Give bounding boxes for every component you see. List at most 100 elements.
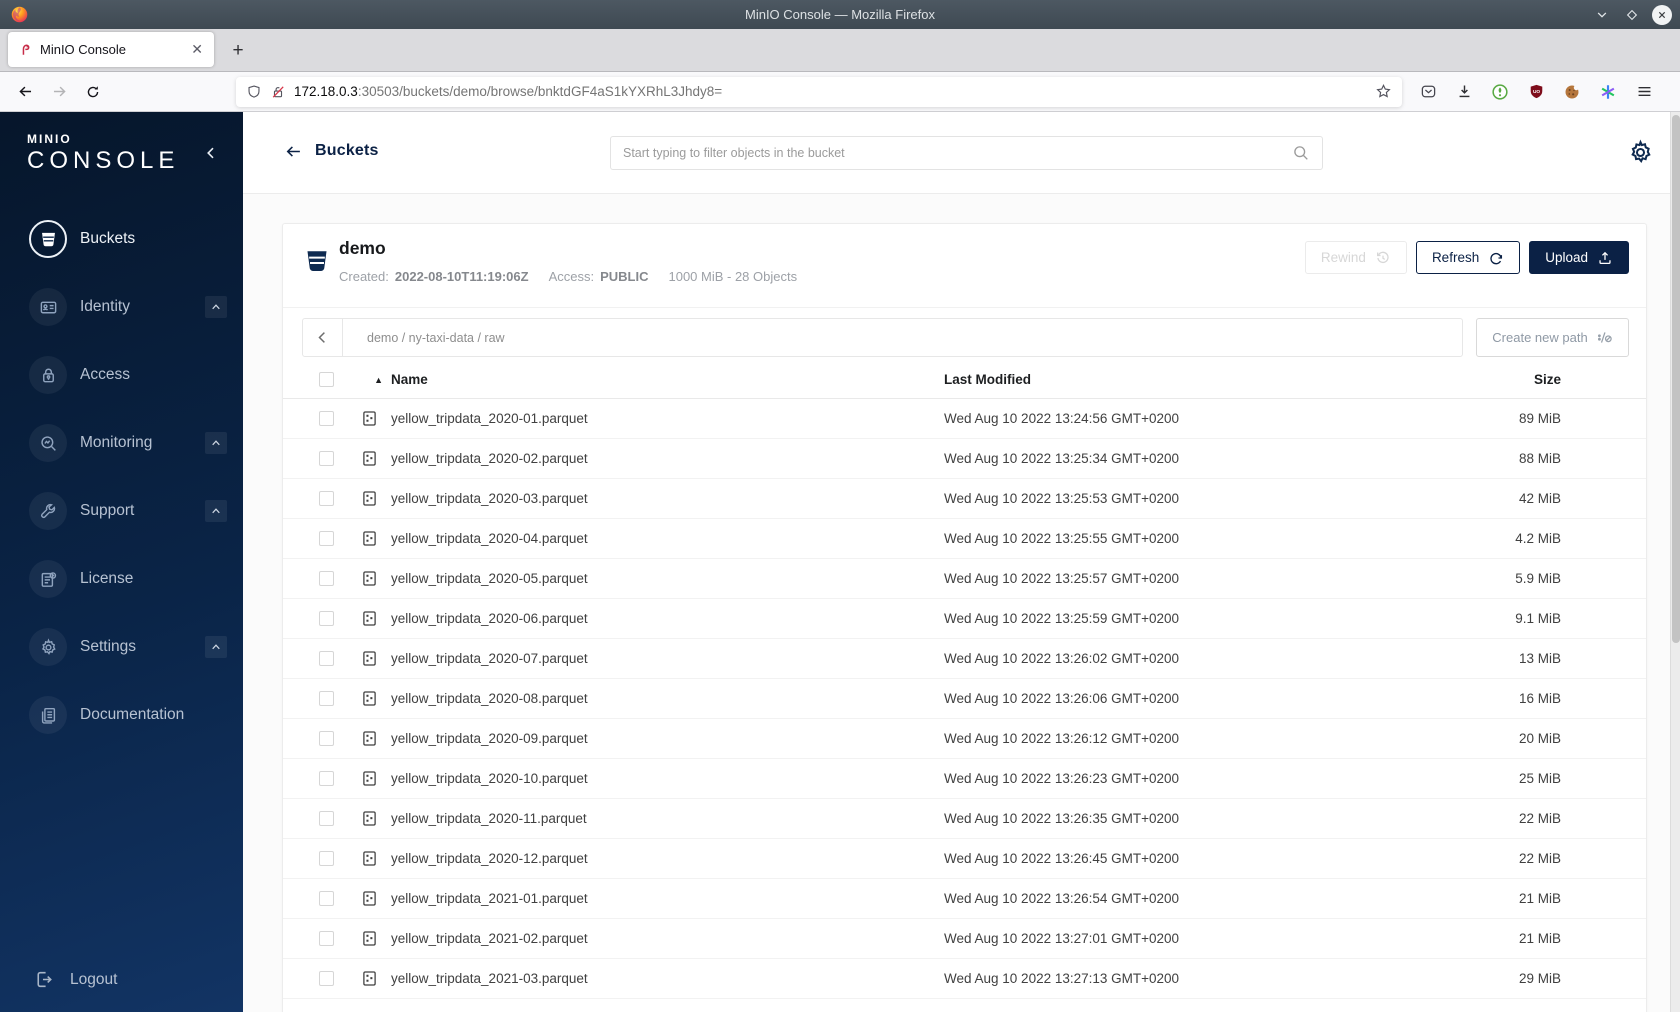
table-row[interactable]: yellow_tripdata_2021-01.parquet Wed Aug 1… — [283, 879, 1646, 919]
url-bar[interactable]: 172.18.0.3:30503/buckets/demo/browse/bnk… — [236, 76, 1402, 107]
created-label: Created: — [339, 269, 389, 284]
object-name[interactable]: yellow_tripdata_2020-05.parquet — [391, 571, 944, 586]
settings-gear-icon[interactable] — [1627, 139, 1654, 166]
row-checkbox[interactable] — [319, 611, 334, 626]
object-name[interactable]: yellow_tripdata_2020-09.parquet — [391, 731, 944, 746]
object-name[interactable]: yellow_tripdata_2020-02.parquet — [391, 451, 944, 466]
table-row[interactable]: yellow_tripdata_2020-07.parquet Wed Aug 1… — [283, 639, 1646, 679]
row-checkbox[interactable] — [319, 651, 334, 666]
object-name[interactable]: yellow_tripdata_2021-01.parquet — [391, 891, 944, 906]
cookie-extension-icon[interactable] — [1558, 78, 1586, 106]
scrollbar-thumb[interactable] — [1672, 115, 1680, 643]
chevron-up-icon[interactable] — [205, 432, 227, 454]
table-row[interactable]: yellow_tripdata_2020-06.parquet Wed Aug 1… — [283, 599, 1646, 639]
table-row[interactable]: yellow_tripdata_2020-04.parquet Wed Aug 1… — [283, 519, 1646, 559]
forward-icon[interactable] — [42, 77, 76, 107]
row-checkbox[interactable] — [319, 531, 334, 546]
row-checkbox[interactable] — [319, 451, 334, 466]
table-row[interactable]: yellow_tripdata_2020-02.parquet Wed Aug 1… — [283, 439, 1646, 479]
url-text[interactable]: 172.18.0.3:30503/buckets/demo/browse/bnk… — [294, 84, 1367, 99]
row-checkbox[interactable] — [319, 691, 334, 706]
sidebar: MINIO CONSOLE Buckets Identity Access Monit… — [0, 112, 243, 1012]
object-name[interactable]: yellow_tripdata_2020-10.parquet — [391, 771, 944, 786]
row-checkbox[interactable] — [319, 411, 334, 426]
sidebar-item-label: Support — [80, 502, 135, 519]
object-name[interactable]: yellow_tripdata_2020-07.parquet — [391, 651, 944, 666]
row-checkbox[interactable] — [319, 851, 334, 866]
object-name[interactable]: yellow_tripdata_2020-06.parquet — [391, 611, 944, 626]
back-to-buckets-link[interactable]: Buckets — [284, 142, 379, 160]
sidebar-item-identity[interactable]: Identity — [0, 273, 243, 341]
object-name[interactable]: yellow_tripdata_2021-02.parquet — [391, 931, 944, 946]
sidebar-item-support[interactable]: Support — [0, 477, 243, 545]
column-last-modified[interactable]: Last Modified — [944, 372, 1421, 387]
maximize-icon[interactable] — [1622, 5, 1642, 25]
row-checkbox[interactable] — [319, 891, 334, 906]
tracking-shield-icon[interactable] — [246, 84, 262, 100]
back-icon[interactable] — [8, 77, 42, 107]
breadcrumb-path[interactable]: demo / ny-taxi-data / raw — [343, 319, 505, 356]
chevron-up-icon[interactable] — [205, 636, 227, 658]
sidebar-item-license[interactable]: License — [0, 545, 243, 613]
row-checkbox[interactable] — [319, 931, 334, 946]
sidebar-item-documentation[interactable]: Documentation — [0, 681, 243, 749]
insecure-lock-icon[interactable] — [270, 84, 286, 100]
extension-asterisk-icon[interactable] — [1594, 78, 1622, 106]
sort-asc-icon[interactable]: ▲ — [374, 375, 383, 385]
sidebar-item-access[interactable]: Access — [0, 341, 243, 409]
table-row[interactable]: yellow_tripdata_2020-10.parquet Wed Aug 1… — [283, 759, 1646, 799]
ublock-origin-icon[interactable]: UO — [1522, 78, 1550, 106]
reload-icon[interactable] — [76, 77, 110, 107]
sidebar-collapse-icon[interactable] — [203, 145, 219, 161]
column-size[interactable]: Size — [1421, 372, 1561, 387]
object-name[interactable]: yellow_tripdata_2020-01.parquet — [391, 411, 944, 426]
extension-green-icon[interactable] — [1486, 78, 1514, 106]
table-row[interactable]: yellow_tripdata_2021-03.parquet Wed Aug 1… — [283, 959, 1646, 999]
pocket-icon[interactable] — [1414, 78, 1442, 106]
sidebar-item-monitoring[interactable]: Monitoring — [0, 409, 243, 477]
sidebar-item-buckets[interactable]: Buckets — [0, 205, 243, 273]
table-row[interactable]: yellow_tripdata_2020-09.parquet Wed Aug 1… — [283, 719, 1646, 759]
refresh-button[interactable]: Refresh — [1415, 241, 1521, 274]
table-row[interactable]: yellow_tripdata_2020-12.parquet Wed Aug 1… — [283, 839, 1646, 879]
table-row[interactable]: yellow_tripdata_2020-05.parquet Wed Aug 1… — [283, 559, 1646, 599]
bookmark-star-icon[interactable] — [1375, 83, 1392, 100]
new-tab-button[interactable]: + — [222, 35, 254, 67]
select-all-checkbox[interactable] — [319, 372, 334, 387]
chevron-up-icon[interactable] — [205, 500, 227, 522]
sidebar-item-label: License — [80, 570, 134, 587]
rewind-button[interactable]: Rewind — [1304, 241, 1407, 274]
table-row[interactable]: yellow_tripdata_2021-02.parquet Wed Aug 1… — [283, 919, 1646, 959]
row-checkbox[interactable] — [319, 811, 334, 826]
table-row[interactable]: yellow_tripdata_2020-11.parquet Wed Aug 1… — [283, 799, 1646, 839]
browser-tab-minio-console[interactable]: MinIO Console ✕ — [8, 32, 214, 67]
upload-button[interactable]: Upload — [1529, 241, 1629, 274]
table-row[interactable]: yellow_tripdata_2020-01.parquet Wed Aug 1… — [283, 399, 1646, 439]
sidebar-item-settings[interactable]: Settings — [0, 613, 243, 681]
object-name[interactable]: yellow_tripdata_2020-12.parquet — [391, 851, 944, 866]
table-row[interactable]: yellow_tripdata_2020-03.parquet Wed Aug 1… — [283, 479, 1646, 519]
object-filter-input[interactable] — [623, 146, 1292, 160]
sidebar-item-logout[interactable]: Logout — [0, 969, 243, 990]
object-name[interactable]: yellow_tripdata_2021-03.parquet — [391, 971, 944, 986]
row-checkbox[interactable] — [319, 731, 334, 746]
object-name[interactable]: yellow_tripdata_2020-04.parquet — [391, 531, 944, 546]
table-row[interactable]: yellow_tripdata_2020-08.parquet Wed Aug 1… — [283, 679, 1646, 719]
chevron-up-icon[interactable] — [205, 296, 227, 318]
create-new-path-button[interactable]: Create new path — [1476, 318, 1629, 357]
object-name[interactable]: yellow_tripdata_2020-08.parquet — [391, 691, 944, 706]
menu-hamburger-icon[interactable] — [1630, 78, 1658, 106]
row-checkbox[interactable] — [319, 571, 334, 586]
row-checkbox[interactable] — [319, 971, 334, 986]
object-name[interactable]: yellow_tripdata_2020-11.parquet — [391, 811, 944, 826]
minimize-icon[interactable] — [1592, 5, 1612, 25]
bucket-icon — [303, 247, 331, 275]
row-checkbox[interactable] — [319, 771, 334, 786]
path-back-icon[interactable] — [303, 319, 343, 356]
downloads-icon[interactable] — [1450, 78, 1478, 106]
tab-close-icon[interactable]: ✕ — [189, 41, 205, 58]
object-name[interactable]: yellow_tripdata_2020-03.parquet — [391, 491, 944, 506]
column-name[interactable]: Name — [391, 372, 944, 387]
close-icon[interactable] — [1652, 4, 1672, 25]
row-checkbox[interactable] — [319, 491, 334, 506]
